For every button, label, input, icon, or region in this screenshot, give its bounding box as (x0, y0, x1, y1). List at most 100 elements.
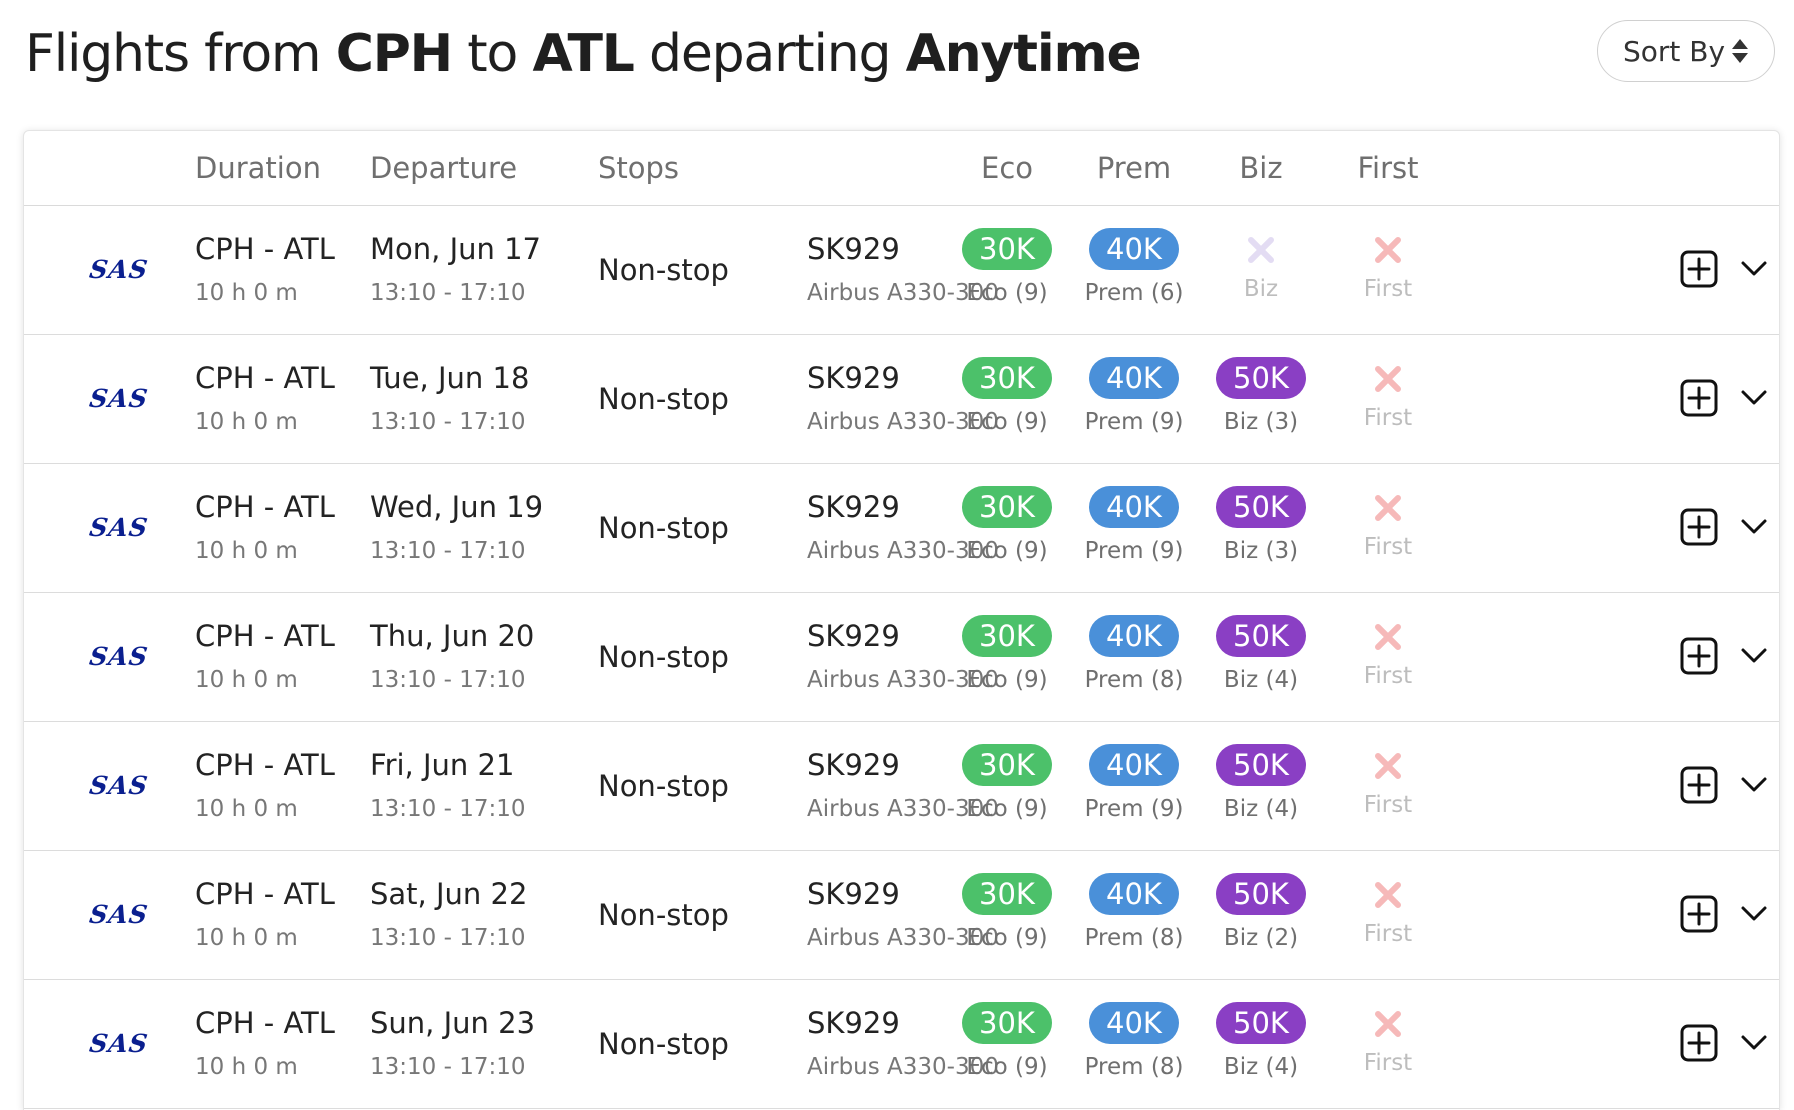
flight-row[interactable]: SAS CPH - ATL 10 h 0 m Mon, Jun 17 13:10 - 1… (24, 206, 1779, 335)
availability-prem: Prem (8) (1084, 667, 1184, 693)
flight-row[interactable]: SAS CPH - ATL 10 h 0 m Wed, Jun 19 13:10 - 1… (24, 464, 1779, 593)
price-pill-biz[interactable]: 50K (1216, 744, 1306, 786)
fare-biz[interactable]: 50K Biz (4) (1201, 744, 1321, 822)
column-duration[interactable]: Duration (195, 131, 321, 205)
fare-eco[interactable]: 30K Eco (9) (947, 228, 1067, 306)
fare-biz[interactable]: 50K Biz (2) (1201, 873, 1321, 951)
availability-eco: Eco (9) (966, 796, 1048, 822)
stops: Non-stop (598, 511, 729, 545)
airline-logo: SAS (87, 383, 151, 413)
fare-eco[interactable]: 30K Eco (9) (947, 615, 1067, 693)
fare-biz[interactable]: 50K Biz (4) (1201, 1002, 1321, 1080)
add-plus-icon[interactable] (1680, 1024, 1718, 1062)
unavailable-x-icon (1375, 624, 1401, 650)
chevron-down-icon[interactable] (1740, 773, 1768, 795)
flight-row[interactable]: SAS CPH - ATL 10 h 0 m Thu, Jun 20 13:10 - 1… (24, 593, 1779, 722)
flight-row[interactable]: SAS CPH - ATL 10 h 0 m Sat, Jun 22 13:10 - 1… (24, 851, 1779, 980)
airline-logo: SAS (87, 254, 151, 284)
departure-date: Wed, Jun 19 (370, 490, 544, 524)
title-departing: departing (649, 24, 891, 84)
price-pill-eco[interactable]: 30K (962, 615, 1052, 657)
column-prem[interactable]: Prem (1097, 131, 1171, 205)
fare-first: First (1328, 744, 1448, 818)
chevron-down-icon[interactable] (1740, 386, 1768, 408)
column-first[interactable]: First (1357, 131, 1418, 205)
availability-biz: Biz (4) (1223, 667, 1299, 693)
price-pill-biz[interactable]: 50K (1216, 873, 1306, 915)
price-pill-biz[interactable]: 50K (1216, 357, 1306, 399)
title-when: Anytime (905, 24, 1142, 84)
availability-eco: Eco (9) (966, 409, 1048, 435)
departure-time: 13:10 - 17:10 (370, 796, 526, 822)
chevron-down-icon[interactable] (1740, 644, 1768, 666)
availability-eco: Eco (9) (966, 1054, 1048, 1080)
price-pill-prem[interactable]: 40K (1089, 228, 1179, 270)
price-pill-prem[interactable]: 40K (1089, 486, 1179, 528)
stops: Non-stop (598, 769, 729, 803)
price-pill-prem[interactable]: 40K (1089, 744, 1179, 786)
fare-prem[interactable]: 40K Prem (8) (1074, 1002, 1194, 1080)
price-pill-eco[interactable]: 30K (962, 744, 1052, 786)
flight-number: SK929 (807, 361, 900, 395)
column-eco[interactable]: Eco (981, 131, 1033, 205)
fare-eco[interactable]: 30K Eco (9) (947, 873, 1067, 951)
price-pill-prem[interactable]: 40K (1089, 357, 1179, 399)
fare-prem[interactable]: 40K Prem (9) (1074, 357, 1194, 435)
price-pill-prem[interactable]: 40K (1089, 615, 1179, 657)
fare-eco[interactable]: 30K Eco (9) (947, 1002, 1067, 1080)
fare-eco[interactable]: 30K Eco (9) (947, 486, 1067, 564)
fare-prem[interactable]: 40K Prem (6) (1074, 228, 1194, 306)
add-plus-icon[interactable] (1680, 895, 1718, 933)
add-plus-icon[interactable] (1680, 766, 1718, 804)
fare-prem[interactable]: 40K Prem (8) (1074, 615, 1194, 693)
chevron-down-icon[interactable] (1740, 902, 1768, 924)
fare-prem[interactable]: 40K Prem (9) (1074, 486, 1194, 564)
fare-prem[interactable]: 40K Prem (8) (1074, 873, 1194, 951)
departure-time: 13:10 - 17:10 (370, 1054, 526, 1080)
fare-eco[interactable]: 30K Eco (9) (947, 357, 1067, 435)
sort-by-button[interactable]: Sort By (1597, 20, 1775, 82)
price-pill-eco[interactable]: 30K (962, 486, 1052, 528)
availability-biz: Biz (4) (1223, 796, 1299, 822)
price-pill-biz[interactable]: 50K (1216, 1002, 1306, 1044)
sort-by-label: Sort By (1622, 34, 1726, 68)
price-pill-eco[interactable]: 30K (962, 357, 1052, 399)
fare-biz[interactable]: 50K Biz (3) (1201, 357, 1321, 435)
column-departure[interactable]: Departure (370, 131, 517, 205)
fare-eco[interactable]: 30K Eco (9) (947, 744, 1067, 822)
add-plus-icon[interactable] (1680, 637, 1718, 675)
flight-number: SK929 (807, 619, 900, 653)
column-stops[interactable]: Stops (598, 131, 679, 205)
unavailable-x-icon (1375, 237, 1401, 263)
fare-biz[interactable]: 50K Biz (3) (1201, 486, 1321, 564)
availability-first: First (1363, 1050, 1413, 1076)
availability-eco: Eco (9) (966, 925, 1048, 951)
price-pill-biz[interactable]: 50K (1216, 615, 1306, 657)
chevron-down-icon[interactable] (1740, 257, 1768, 279)
chevron-down-icon[interactable] (1740, 515, 1768, 537)
price-pill-eco[interactable]: 30K (962, 1002, 1052, 1044)
column-biz[interactable]: Biz (1239, 131, 1282, 205)
stops: Non-stop (598, 253, 729, 287)
price-pill-prem[interactable]: 40K (1089, 873, 1179, 915)
fare-biz[interactable]: 50K Biz (4) (1201, 615, 1321, 693)
flight-row[interactable]: SAS CPH - ATL 10 h 0 m Sun, Jun 23 13:10 - 1… (24, 980, 1779, 1109)
flight-number: SK929 (807, 490, 900, 524)
add-plus-icon[interactable] (1680, 250, 1718, 288)
price-pill-biz[interactable]: 50K (1216, 486, 1306, 528)
add-plus-icon[interactable] (1680, 379, 1718, 417)
flight-row[interactable]: SAS CPH - ATL 10 h 0 m Tue, Jun 18 13:10 - 1… (24, 335, 1779, 464)
stops: Non-stop (598, 640, 729, 674)
price-pill-eco[interactable]: 30K (962, 873, 1052, 915)
fare-first: First (1328, 873, 1448, 947)
departure-date: Mon, Jun 17 (370, 232, 542, 266)
add-plus-icon[interactable] (1680, 508, 1718, 546)
flight-list: SAS CPH - ATL 10 h 0 m Mon, Jun 17 13:10 - 1… (24, 206, 1779, 1109)
availability-biz: Biz (1243, 276, 1279, 302)
fare-prem[interactable]: 40K Prem (9) (1074, 744, 1194, 822)
flight-row[interactable]: SAS CPH - ATL 10 h 0 m Fri, Jun 21 13:10 - 1… (24, 722, 1779, 851)
chevron-down-icon[interactable] (1740, 1031, 1768, 1053)
availability-eco: Eco (9) (966, 280, 1048, 306)
price-pill-prem[interactable]: 40K (1089, 1002, 1179, 1044)
price-pill-eco[interactable]: 30K (962, 228, 1052, 270)
